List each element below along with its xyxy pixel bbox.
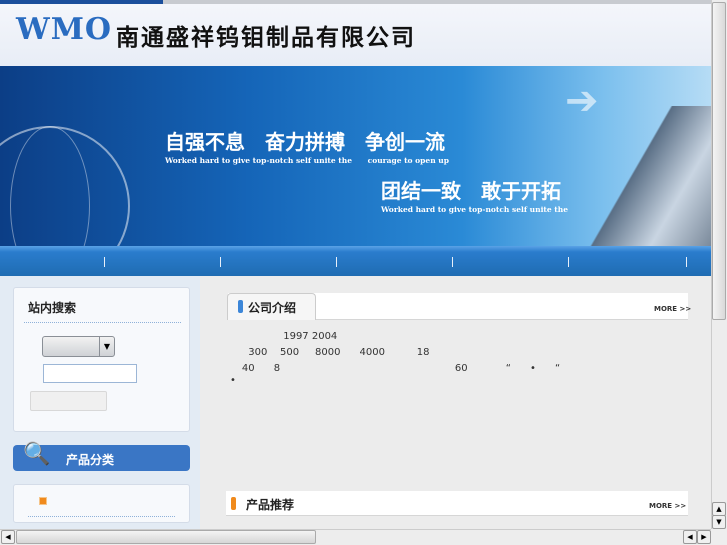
banner-subtitle-2: Worked hard to give top-notch self unite… [381, 205, 568, 214]
building-graphic [590, 106, 711, 246]
magnifier-globe-icon: 🔍 [23, 442, 51, 467]
product-category-header[interactable]: 🔍 产品分类 [13, 442, 190, 471]
search-input[interactable] [43, 364, 137, 383]
nav-separator [452, 257, 453, 267]
nav-separator [568, 257, 569, 267]
divider [28, 516, 175, 517]
chevron-down-icon: ▼ [99, 337, 114, 356]
scroll-left-button[interactable]: ◀ [1, 530, 15, 544]
scroll-left-button[interactable]: ◀ [683, 530, 697, 544]
recommend-more-link[interactable]: MORE >> [649, 502, 686, 510]
scroll-up-button[interactable]: ▲ [712, 502, 726, 516]
banner-slogan-1: 自强不息 奋力拼搏 争创一流 [165, 130, 445, 154]
nav-bar [0, 246, 711, 276]
banner-subtitle-1: Worked hard to give top-notch self unite… [165, 156, 449, 165]
search-category-select[interactable]: ▼ [42, 336, 115, 357]
company-name: 南通盛祥钨钼制品有限公司 [116, 25, 416, 51]
bullet-icon [39, 497, 47, 505]
horizontal-scroll-thumb[interactable] [16, 530, 316, 544]
scroll-right-button[interactable]: ▶ [697, 530, 711, 544]
search-title: 站内搜索 [28, 301, 77, 315]
recommend-title: 产品推荐 [246, 498, 295, 512]
recommend-header [226, 491, 688, 516]
search-button[interactable] [30, 391, 107, 411]
logo[interactable]: WMO [16, 12, 112, 47]
intro-text-line: 300 500 8000 4000 18 [226, 347, 430, 358]
intro-title: 公司介绍 [248, 301, 297, 315]
nav-separator [220, 257, 221, 267]
nav-separator [686, 257, 687, 267]
intro-more-link[interactable]: MORE >> [654, 305, 691, 313]
tab-marker-icon [238, 300, 243, 313]
scroll-down-button[interactable]: ▼ [712, 515, 726, 529]
vertical-scroll-thumb[interactable] [712, 2, 726, 320]
banner: ➔ 自强不息 奋力拼搏 争创一流 Worked hard to give top… [0, 66, 711, 246]
nav-separator [104, 257, 105, 267]
intro-text-line: • [230, 375, 236, 386]
intro-text-line: 1997 2004 [226, 331, 338, 342]
divider [24, 322, 181, 323]
intro-text-line: 40 8 60 “ • “ [226, 363, 561, 374]
banner-slogan-2: 团结一致 敢于开拓 [381, 179, 561, 203]
nav-separator [336, 257, 337, 267]
tab-marker-icon [231, 497, 236, 510]
category-title: 产品分类 [66, 453, 115, 467]
